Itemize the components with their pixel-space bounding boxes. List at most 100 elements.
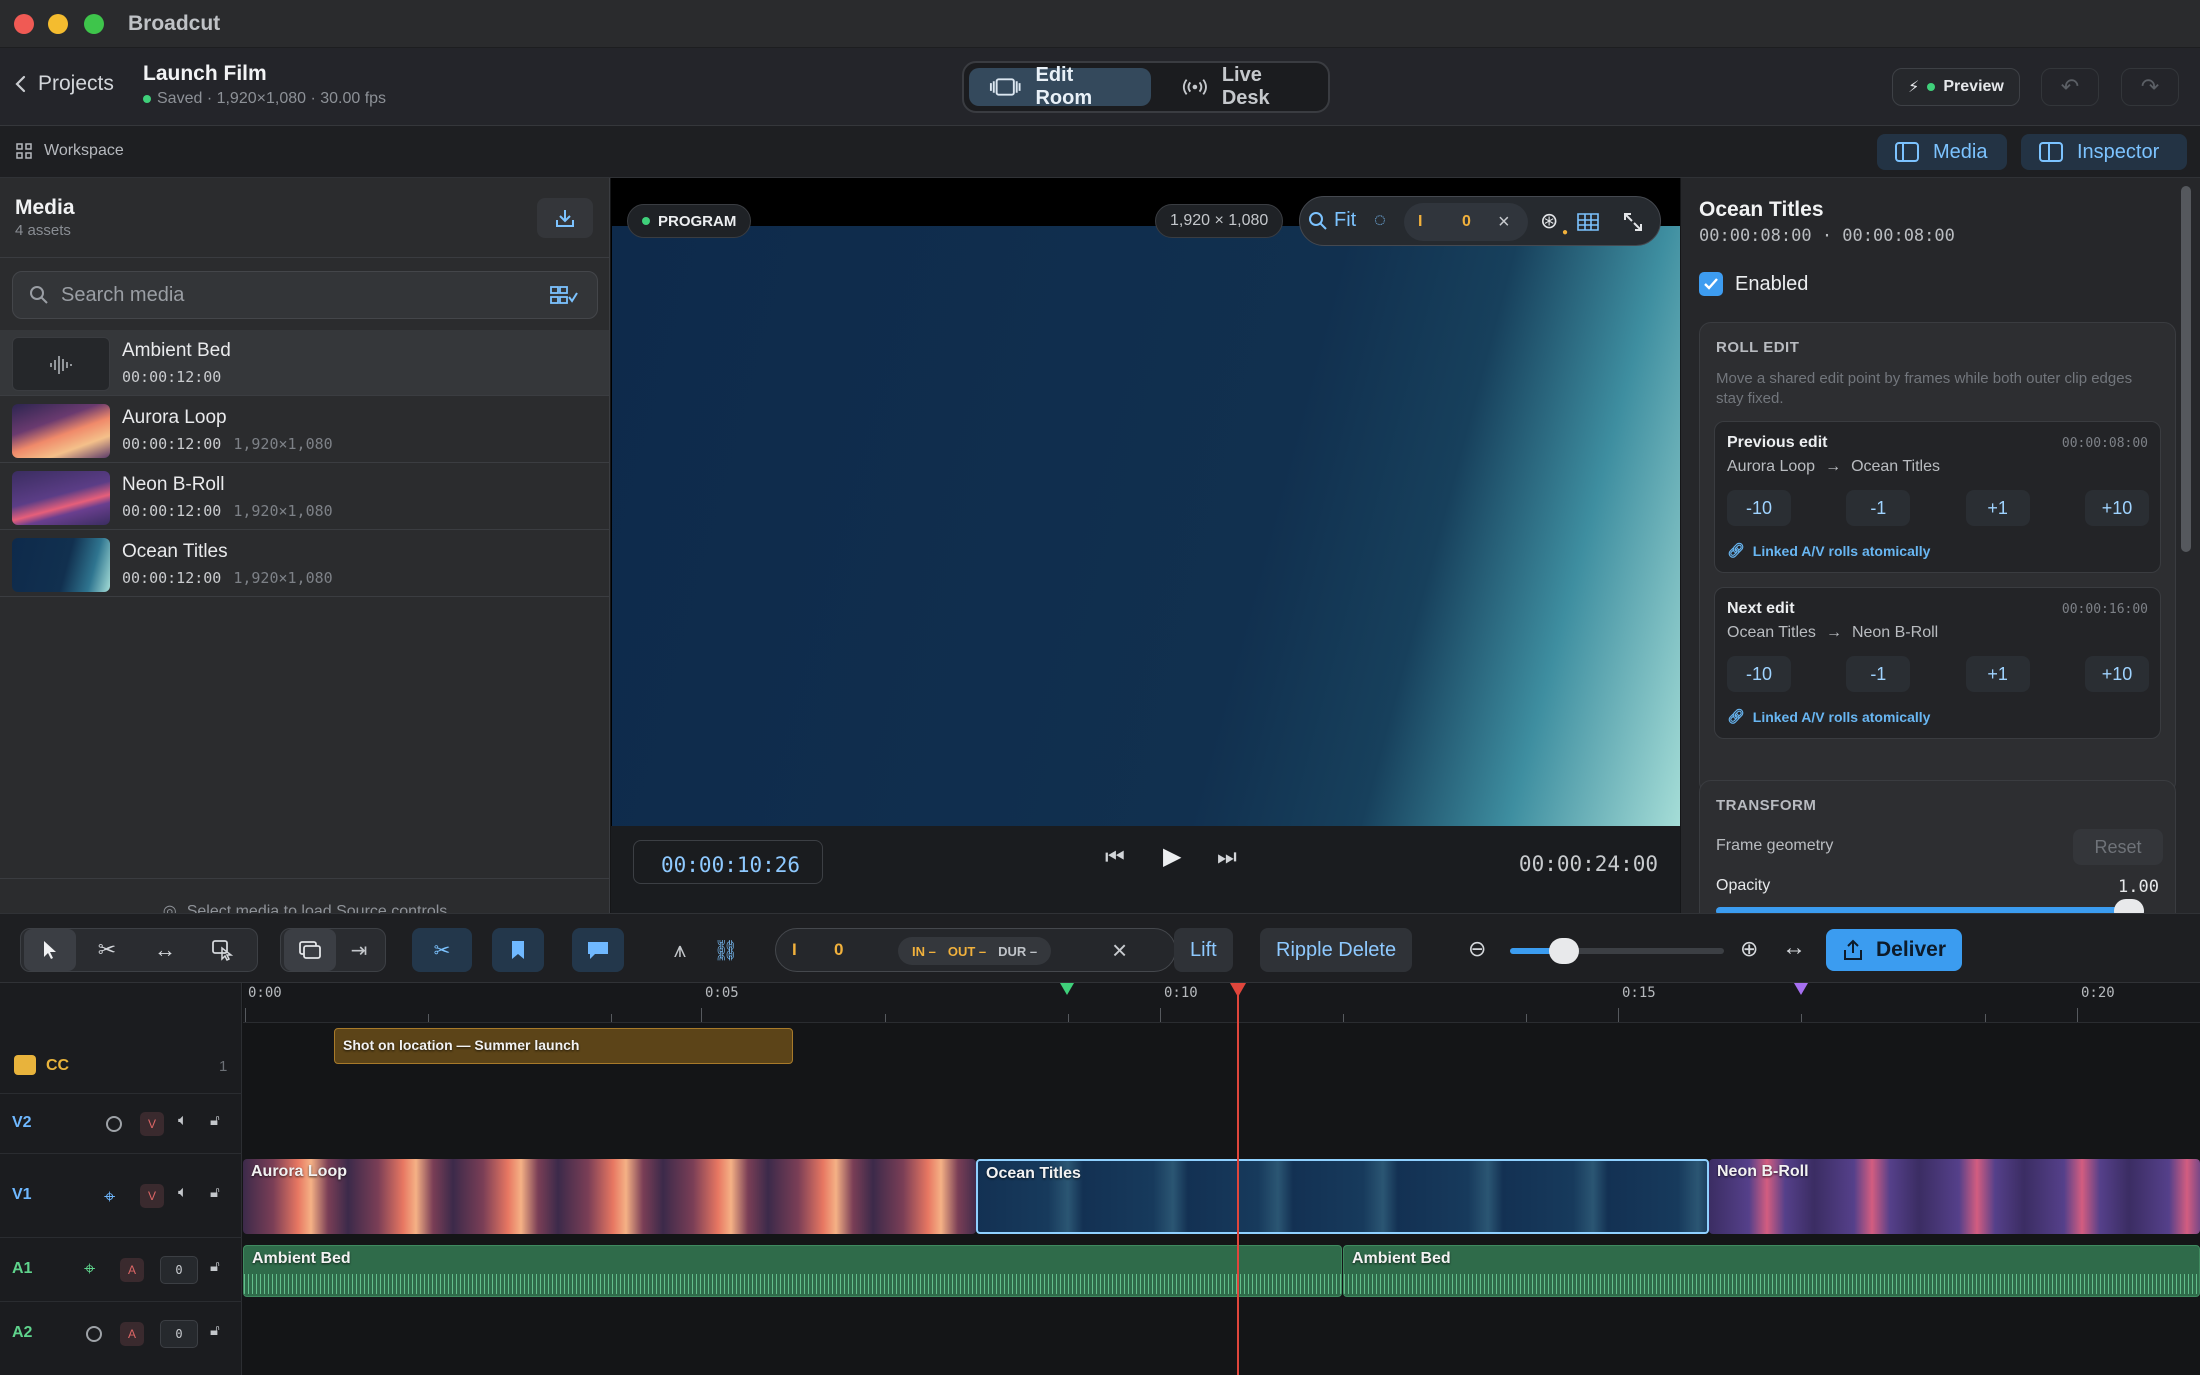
- speaker-icon[interactable]: 🔈︎: [178, 1184, 188, 1202]
- media-panel-toggle[interactable]: Media: [1877, 134, 2007, 170]
- import-media-button[interactable]: [537, 198, 593, 238]
- media-asset-neon-b-roll[interactable]: Neon B-Roll 00:00:12:00 1,920×1,080: [0, 464, 609, 530]
- viewer-mark-control[interactable]: I 0 ×: [1404, 203, 1528, 241]
- trim-tool-button[interactable]: ↔: [139, 929, 191, 971]
- speaker-icon[interactable]: 🔈︎: [178, 1112, 188, 1130]
- scissors-icon: ✂: [97, 937, 117, 962]
- media-asset-ambient-bed[interactable]: Ambient Bed 00:00:12:00: [0, 330, 609, 396]
- green-marker-icon[interactable]: [1060, 983, 1074, 995]
- timeline[interactable]: CC 1 V2 V 🔈︎ 🔓︎ V1 ⌖ V 🔈︎ 🔓︎ A1 ⌖ A 0 🔓︎…: [0, 983, 2200, 1375]
- step-forward-icon[interactable]: ⏭: [1217, 844, 1237, 870]
- target-on-icon[interactable]: ⌖: [84, 1258, 95, 1281]
- media-asset-ocean-titles[interactable]: Ocean Titles 00:00:12:00 1,920×1,080: [0, 531, 609, 597]
- current-timecode[interactable]: 00:00:10:26: [633, 840, 823, 884]
- zoom-in-icon[interactable]: ⊕: [1740, 936, 1758, 962]
- link-toggle[interactable]: ⛓: [700, 928, 752, 972]
- program-viewer[interactable]: PROGRAM 1,920 × 1,080 Fit ◌ I 0 × ⊛ ● 00…: [611, 178, 1680, 913]
- in-out-range: I 0 IN – OUT – DUR – ×: [775, 928, 1176, 972]
- total-duration: 00:00:24:00: [1518, 852, 1658, 876]
- grid-overlay-icon[interactable]: [1576, 212, 1600, 232]
- ripple-delete-button[interactable]: Ripple Delete: [1260, 928, 1413, 972]
- snap-toggle[interactable]: ⩚: [654, 928, 706, 972]
- in-out-readout[interactable]: IN – OUT – DUR –: [898, 937, 1052, 965]
- mode-edit-room[interactable]: Edit Room: [969, 64, 1151, 109]
- fit-timeline-icon[interactable]: ↔: [1782, 934, 1806, 962]
- deliver-button[interactable]: Deliver: [1826, 929, 1962, 971]
- caption-clip[interactable]: Shot on location — Summer launch: [334, 1028, 793, 1064]
- workspace-menu[interactable]: Workspace: [16, 142, 124, 160]
- expand-icon[interactable]: [1622, 211, 1644, 233]
- track-name: V1: [12, 1186, 32, 1203]
- nudge-minus-10-button[interactable]: -10: [1727, 490, 1791, 526]
- purple-marker-icon[interactable]: [1794, 983, 1808, 995]
- back-to-projects-button[interactable]: Projects: [14, 72, 114, 96]
- play-icon[interactable]: ▶: [1163, 842, 1181, 871]
- inspector-scrollbar[interactable]: [2181, 186, 2191, 552]
- track-level[interactable]: 0: [160, 1320, 198, 1348]
- blade-tool-button[interactable]: ✂: [81, 929, 133, 971]
- nudge-minus-1-button[interactable]: -1: [1846, 656, 1911, 692]
- slip-tool-button[interactable]: [197, 929, 249, 971]
- inspector-panel-toggle[interactable]: Inspector: [2021, 134, 2187, 170]
- clear-range-icon[interactable]: ×: [1112, 935, 1127, 966]
- select-tool-button[interactable]: [24, 929, 76, 971]
- nudge-plus-10-button[interactable]: +10: [2084, 656, 2149, 692]
- track-v-toggle[interactable]: V: [140, 1112, 164, 1136]
- step-back-icon[interactable]: ⏮: [1105, 844, 1125, 870]
- captions-button[interactable]: [572, 928, 624, 972]
- zoom-slider-knob[interactable]: [1548, 938, 1579, 964]
- preview-button[interactable]: ⚡ Preview: [1892, 68, 2020, 106]
- playhead[interactable]: [1237, 993, 1239, 1375]
- target-off-icon[interactable]: [86, 1326, 102, 1342]
- zoom-out-icon[interactable]: ⊖: [1468, 936, 1486, 962]
- nudge-plus-1-button[interactable]: +1: [1965, 490, 2030, 526]
- media-footer-text: Select media to load Source controls: [186, 903, 448, 913]
- append-mode-button[interactable]: ⇥: [333, 929, 385, 971]
- undo-button[interactable]: ↶: [2041, 68, 2099, 106]
- redo-button[interactable]: ↷: [2121, 68, 2179, 106]
- mode-live-desk[interactable]: Live Desk: [1162, 64, 1328, 109]
- reset-transform-button[interactable]: Reset: [2073, 829, 2163, 865]
- track-a-toggle[interactable]: A: [120, 1322, 144, 1346]
- lock-icon[interactable]: 🔓︎: [210, 1112, 220, 1129]
- zoom-fit-button[interactable]: Fit: [1308, 209, 1356, 232]
- color-wheel-icon[interactable]: ⊛: [1540, 208, 1558, 234]
- video-clip-aurora-loop[interactable]: Aurora Loop: [243, 1159, 976, 1234]
- ruler-label: 0:15: [1622, 985, 1656, 1001]
- minimize-window-button[interactable]: [48, 14, 68, 34]
- target-on-icon[interactable]: ⌖: [104, 1186, 115, 1209]
- clip-enabled-checkbox[interactable]: Enabled: [1699, 272, 1808, 296]
- nudge-minus-10-button[interactable]: -10: [1727, 656, 1791, 692]
- nudge-plus-10-button[interactable]: +10: [2084, 490, 2149, 526]
- timeline-ruler[interactable]: 0:00 0:05 0:10 0:15 0:20: [243, 983, 2200, 1023]
- audio-clip-ambient-bed[interactable]: Ambient Bed: [1343, 1245, 2200, 1297]
- add-marker-button[interactable]: [492, 928, 544, 972]
- view-options-icon[interactable]: [549, 284, 579, 306]
- audio-clip-ambient-bed[interactable]: Ambient Bed: [243, 1245, 1342, 1297]
- asset-thumbnail: [12, 471, 110, 525]
- close-window-button[interactable]: [14, 14, 34, 34]
- media-search-input[interactable]: Search media: [12, 271, 598, 319]
- zoom-window-button[interactable]: [84, 14, 104, 34]
- clear-mark-icon[interactable]: ×: [1498, 211, 1510, 234]
- safe-area-icon[interactable]: ◌: [1374, 209, 1386, 232]
- opacity-slider-knob[interactable]: [2114, 899, 2144, 913]
- target-off-icon[interactable]: [106, 1116, 122, 1132]
- lock-icon[interactable]: 🔓︎: [210, 1184, 220, 1201]
- lock-icon[interactable]: 🔓︎: [210, 1322, 220, 1339]
- overwrite-tool-group: ⇥: [280, 928, 386, 972]
- timeline-zoom-slider[interactable]: [1510, 938, 1724, 964]
- track-v-toggle[interactable]: V: [140, 1184, 164, 1208]
- nudge-plus-1-button[interactable]: +1: [1965, 656, 2030, 692]
- nudge-minus-1-button[interactable]: -1: [1846, 490, 1911, 526]
- track-a-toggle[interactable]: A: [120, 1258, 144, 1282]
- video-clip-ocean-titles[interactable]: Ocean Titles: [976, 1159, 1709, 1234]
- media-asset-aurora-loop[interactable]: Aurora Loop 00:00:12:00 1,920×1,080: [0, 397, 609, 463]
- ripple-edit-toggle[interactable]: ✂: [412, 928, 472, 972]
- video-clip-neon-b-roll[interactable]: Neon B-Roll: [1709, 1159, 2200, 1234]
- track-level[interactable]: 0: [160, 1256, 198, 1284]
- lift-button[interactable]: Lift: [1174, 928, 1233, 972]
- overwrite-mode-button[interactable]: [284, 929, 336, 971]
- lock-icon[interactable]: 🔓︎: [210, 1258, 220, 1275]
- track-name: V2: [12, 1114, 32, 1131]
